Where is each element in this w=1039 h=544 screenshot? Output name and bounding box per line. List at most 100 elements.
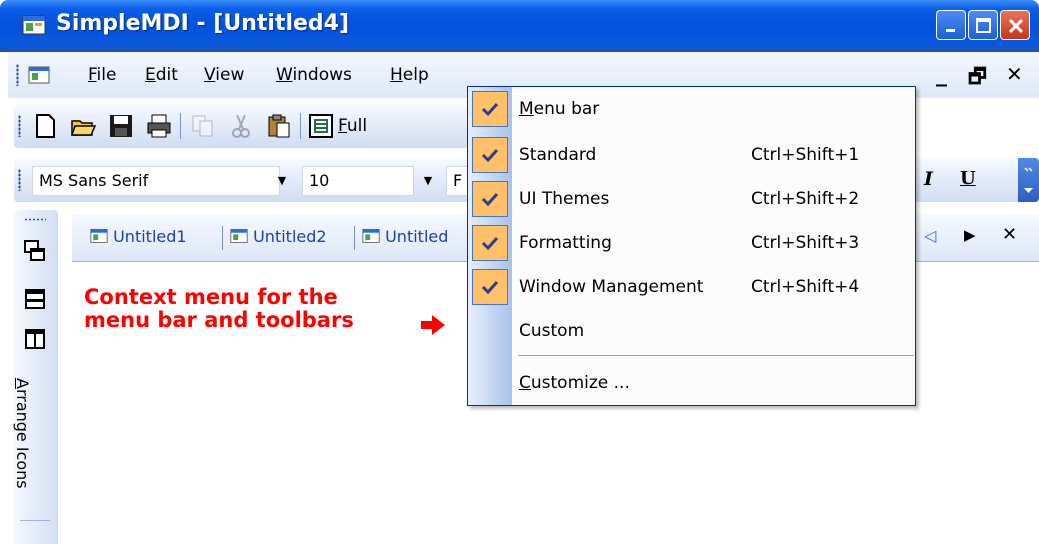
menubar-grip[interactable] — [16, 64, 19, 86]
mdi-minimize-icon: _ — [936, 62, 947, 87]
font-name-dropdown[interactable]: ▼ — [272, 166, 292, 196]
menu-edit[interactable]: Edit — [145, 65, 178, 85]
document-icon — [230, 229, 248, 243]
tab-close-button[interactable]: ✕ — [1002, 224, 1017, 245]
minimize-button[interactable] — [936, 10, 966, 40]
menu-item-shortcut: Ctrl+Shift+2 — [751, 189, 860, 209]
menu-separator — [518, 355, 914, 356]
toolbar-context-menu: Menu bar Standard Ctrl+Shift+1 UI Themes… — [467, 86, 916, 406]
menu-item-shortcut: Ctrl+Shift+3 — [751, 233, 860, 253]
font-size-value: 10 — [309, 171, 330, 190]
save-icon[interactable] — [108, 113, 134, 139]
menu-item-standard[interactable]: Standard Ctrl+Shift+1 — [468, 133, 915, 177]
full-screen-label: ull — [346, 116, 368, 136]
checkmark-icon — [481, 148, 499, 163]
mdi-minimize-button[interactable]: _ — [936, 62, 947, 87]
close-button[interactable] — [1000, 10, 1030, 40]
tab-label: Untitled1 — [113, 227, 187, 246]
arrange-icons-button[interactable]: Arrange Icons — [13, 378, 32, 518]
menu-item-customize[interactable]: Customize ... — [468, 361, 915, 405]
maximize-icon — [976, 18, 991, 33]
underline-button[interactable]: U — [960, 168, 976, 189]
menu-file-label: ile — [96, 65, 117, 85]
checkmark-icon — [481, 280, 499, 295]
annotation-line1: Context menu for the — [84, 285, 338, 309]
tab-untitled1[interactable]: Untitled1 — [90, 227, 187, 246]
document-icon[interactable] — [28, 66, 50, 84]
menu-item-ui-themes[interactable]: UI Themes Ctrl+Shift+2 — [468, 177, 915, 221]
full-screen-accel: F — [338, 116, 347, 136]
font-name-combo[interactable]: MS Sans Serif — [32, 166, 280, 196]
menu-item-text: ustomize ... — [530, 373, 630, 393]
copy-icon[interactable] — [190, 113, 216, 139]
new-icon[interactable] — [32, 113, 58, 139]
underline-icon: U — [960, 168, 976, 189]
tile-horizontal-icon[interactable] — [24, 288, 46, 310]
document-icon — [362, 229, 380, 243]
checkmark-icon — [481, 102, 499, 117]
window-title: SimpleMDI - [Untitled4] — [56, 11, 350, 36]
cut-icon[interactable] — [228, 113, 254, 139]
vertical-toolbar-grip[interactable] — [24, 218, 46, 221]
menu-item-label: Customize ... — [519, 373, 630, 393]
menu-view[interactable]: View — [204, 65, 244, 85]
annotation-text: Context menu for the menu bar and toolba… — [84, 286, 354, 332]
toolbar-separator — [300, 113, 301, 139]
font-size-combo[interactable]: 10 — [302, 166, 414, 196]
tab-separator — [222, 226, 223, 250]
menu-view-accel: V — [204, 65, 216, 85]
arrange-icons-accel: A — [13, 378, 32, 389]
standard-toolbar-grip[interactable] — [18, 115, 21, 137]
mdi-restore-icon: 🗗 — [968, 64, 987, 88]
app-icon — [22, 15, 46, 35]
open-icon[interactable] — [70, 113, 96, 139]
tab-prev-button[interactable]: ◁ — [924, 226, 936, 245]
menu-item-shortcut: Ctrl+Shift+4 — [751, 277, 860, 297]
app-window: SimpleMDI - [Untitled4] File Edit View W… — [0, 0, 1039, 544]
paste-icon[interactable] — [266, 113, 292, 139]
print-icon[interactable] — [146, 113, 172, 139]
menu-item-label: Window Management — [519, 277, 704, 297]
check-box — [472, 137, 508, 173]
menu-item-menu-bar[interactable]: Menu bar — [468, 87, 915, 131]
arrange-icons-label: rrange Icons — [13, 388, 32, 489]
menu-help-accel: H — [390, 65, 403, 85]
font-size-dropdown[interactable]: ▼ — [418, 166, 438, 196]
menu-item-text: enu bar — [533, 99, 600, 119]
font-name-value: MS Sans Serif — [39, 171, 149, 190]
full-screen-button[interactable]: Full — [338, 116, 367, 136]
italic-button[interactable]: I — [924, 168, 933, 190]
tile-vertical-icon[interactable] — [24, 328, 46, 350]
menu-item-custom[interactable]: Custom — [468, 309, 915, 353]
toolbar-overflow-button[interactable] — [1018, 158, 1039, 202]
overflow-chevron-icon — [1024, 167, 1033, 193]
menu-windows-label: indows — [292, 65, 352, 85]
title-bar[interactable]: SimpleMDI - [Untitled4] — [0, 0, 1039, 52]
tab-label: Untitled — [385, 227, 449, 246]
full-screen-icon[interactable] — [308, 113, 334, 139]
formatting-toolbar-grip[interactable] — [18, 169, 21, 191]
tab-untitled2[interactable]: Untitled2 — [230, 227, 327, 246]
menu-item-accel: M — [519, 99, 534, 119]
menu-windows[interactable]: Windows — [276, 65, 352, 85]
menu-item-window-management[interactable]: Window Management Ctrl+Shift+4 — [468, 265, 915, 309]
maximize-button[interactable] — [968, 10, 998, 40]
chevron-left-icon: ◁ — [924, 226, 937, 245]
menu-file[interactable]: File — [88, 65, 116, 85]
mdi-close-button[interactable]: ✕ — [1006, 62, 1023, 86]
document-icon — [90, 229, 108, 243]
menu-edit-accel: E — [145, 65, 156, 85]
menu-help[interactable]: Help — [390, 65, 429, 85]
menu-item-formatting[interactable]: Formatting Ctrl+Shift+3 — [468, 221, 915, 265]
chevron-down-icon: ▼ — [423, 174, 433, 187]
tab-next-button[interactable]: ▶ — [964, 226, 976, 244]
tab-untitled3[interactable]: Untitled — [362, 227, 448, 246]
check-box — [472, 91, 508, 127]
check-box — [472, 181, 508, 217]
menu-item-accel: C — [519, 373, 531, 393]
mdi-close-icon: ✕ — [1006, 62, 1023, 86]
cascade-icon[interactable] — [24, 240, 46, 262]
mdi-restore-button[interactable]: 🗗 — [968, 62, 987, 96]
tab-label: Untitled2 — [253, 227, 327, 246]
close-icon — [1008, 18, 1024, 34]
